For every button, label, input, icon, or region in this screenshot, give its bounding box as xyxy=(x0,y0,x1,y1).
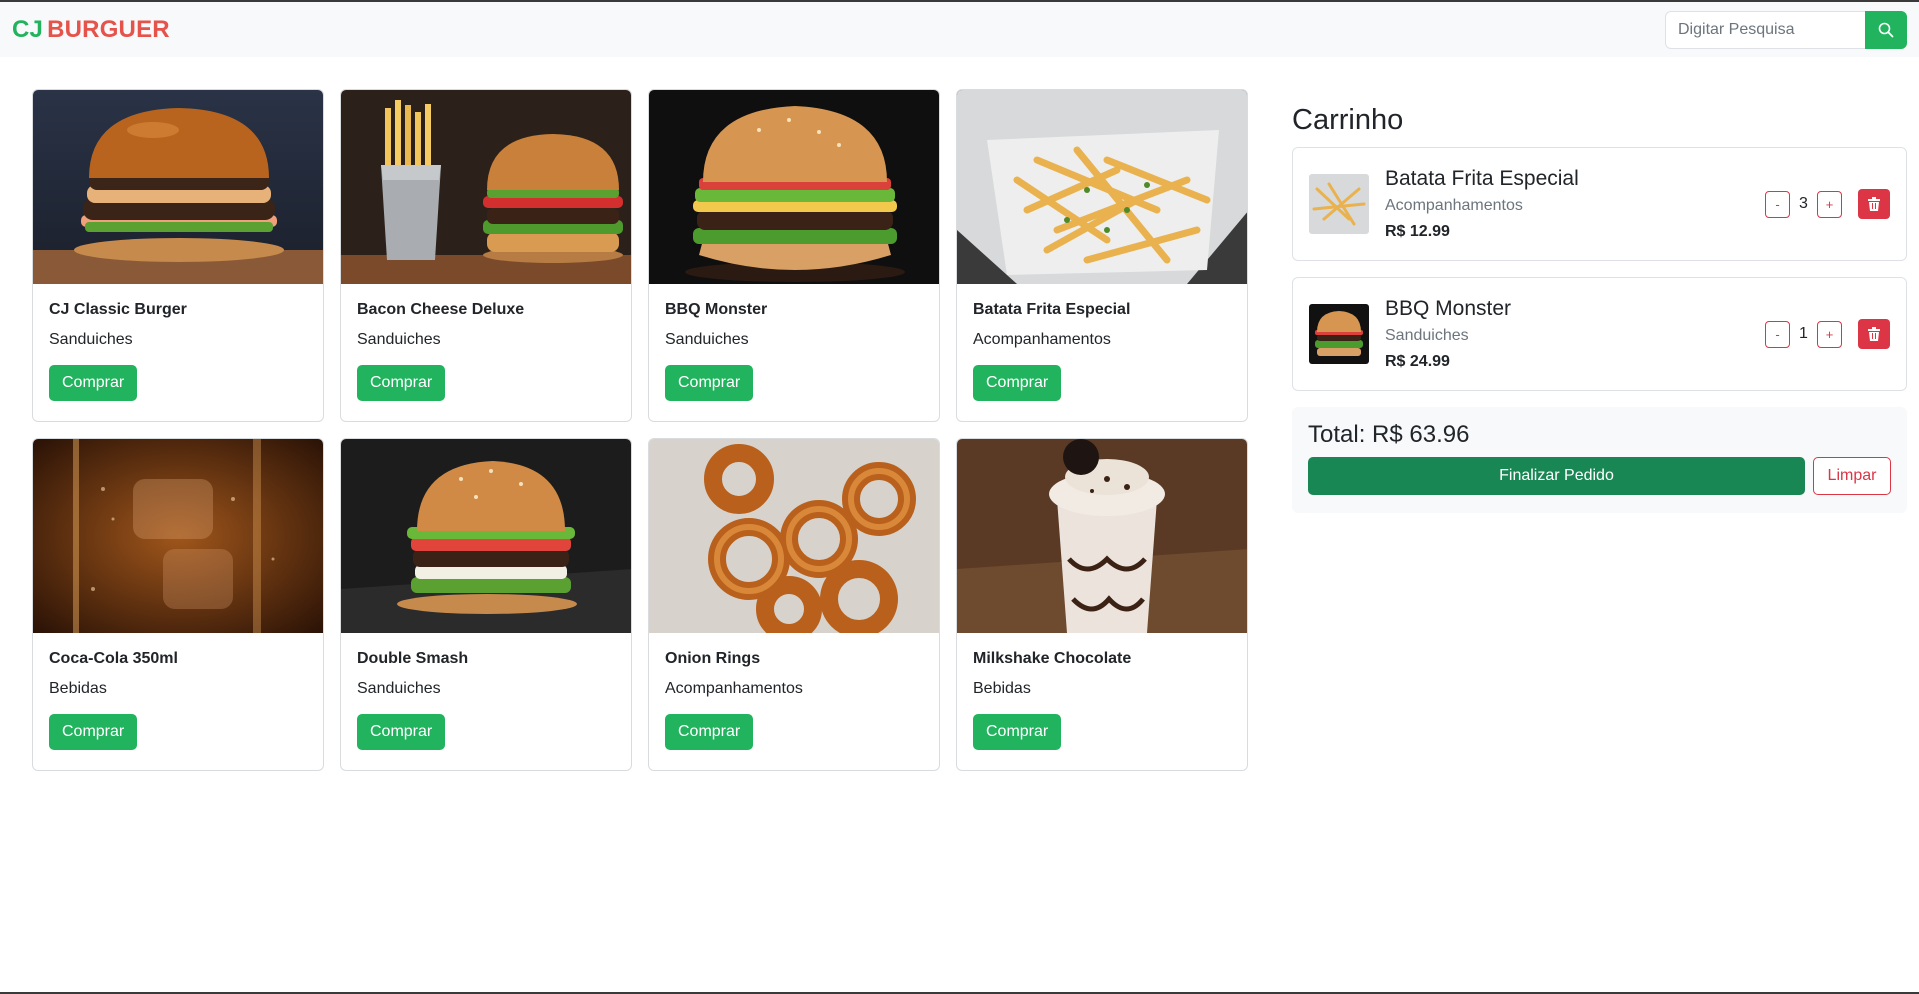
buy-button[interactable]: Comprar xyxy=(357,714,446,750)
remove-item-button[interactable] xyxy=(1858,319,1890,349)
decrease-button[interactable]: - xyxy=(1765,320,1790,348)
product-grid: CJ Classic Burger Sanduiches Comprar Bac… xyxy=(32,89,1248,771)
product-card: Milkshake Chocolate Bebidas Comprar xyxy=(956,438,1248,771)
quantity-stepper: - 3 + xyxy=(1765,190,1842,218)
trash-icon xyxy=(1868,327,1880,341)
product-category: Sanduiches xyxy=(665,331,749,348)
remove-item-button[interactable] xyxy=(1858,189,1890,219)
product-category: Acompanhamentos xyxy=(665,680,803,697)
product-image-burger xyxy=(649,90,939,284)
cart-item: Batata Frita Especial Acompanhamentos R$… xyxy=(1292,147,1907,261)
product-card: BBQ Monster Sanduiches Comprar xyxy=(648,89,940,422)
cart-item-name: BBQ Monster xyxy=(1385,297,1512,320)
buy-button[interactable]: Comprar xyxy=(49,365,138,401)
product-name: Milkshake Chocolate xyxy=(973,650,1132,667)
cart-title: Carrinho xyxy=(1292,104,1404,136)
trash-icon xyxy=(1868,197,1880,211)
product-image-burger xyxy=(33,90,323,284)
search-button[interactable] xyxy=(1865,10,1907,49)
navbar: CJ BURGUER xyxy=(0,2,1919,57)
product-name: Onion Rings xyxy=(665,650,761,667)
product-card: CJ Classic Burger Sanduiches Comprar xyxy=(32,89,324,422)
product-category: Sanduiches xyxy=(357,680,441,697)
cart-item-name: Batata Frita Especial xyxy=(1385,167,1579,190)
product-name: CJ Classic Burger xyxy=(49,301,187,318)
cart-item: BBQ Monster Sanduiches R$ 24.99 - 1 + xyxy=(1292,277,1907,391)
cart-summary: Total: R$ 63.96 Finalizar Pedido Limpar xyxy=(1292,407,1907,513)
product-card: Batata Frita Especial Acompanhamentos Co… xyxy=(956,89,1248,422)
product-image-fries xyxy=(957,90,1247,284)
product-card: Coca-Cola 350ml Bebidas Comprar xyxy=(32,438,324,771)
increase-button[interactable]: + xyxy=(1817,320,1842,348)
product-card: Double Smash Sanduiches Comprar xyxy=(340,438,632,771)
cart-item-image xyxy=(1309,304,1369,364)
cart-item-price: R$ 12.99 xyxy=(1385,223,1450,240)
cart-item-category: Acompanhamentos xyxy=(1385,197,1523,214)
cart-total: Total: R$ 63.96 xyxy=(1308,421,1470,448)
product-name: Batata Frita Especial xyxy=(973,301,1131,318)
quantity-value: 3 xyxy=(1799,195,1808,212)
checkout-button[interactable]: Finalizar Pedido xyxy=(1308,457,1805,495)
product-card: Onion Rings Acompanhamentos Comprar xyxy=(648,438,940,771)
search-form xyxy=(1665,10,1907,49)
product-category: Acompanhamentos xyxy=(973,331,1111,348)
search-input[interactable] xyxy=(1665,10,1865,49)
increase-button[interactable]: + xyxy=(1817,190,1842,218)
product-category: Bebidas xyxy=(49,680,107,697)
product-image-cola xyxy=(33,439,323,633)
product-image-onion-rings xyxy=(649,439,939,633)
product-category: Sanduiches xyxy=(49,331,133,348)
product-name: BBQ Monster xyxy=(665,301,768,318)
brand-part-1: CJ xyxy=(12,15,44,43)
quantity-stepper: - 1 + xyxy=(1765,320,1842,348)
buy-button[interactable]: Comprar xyxy=(665,714,754,750)
brand-part-2: BURGUER xyxy=(47,15,170,43)
product-image-burger-fries xyxy=(341,90,631,284)
clear-cart-button[interactable]: Limpar xyxy=(1813,457,1891,495)
product-name: Bacon Cheese Deluxe xyxy=(357,301,525,318)
buy-button[interactable]: Comprar xyxy=(665,365,754,401)
brand-logo[interactable]: CJ BURGUER xyxy=(12,16,170,44)
buy-button[interactable]: Comprar xyxy=(973,714,1062,750)
search-icon xyxy=(1878,22,1894,37)
product-card: Bacon Cheese Deluxe Sanduiches Comprar xyxy=(340,89,632,422)
cart-panel: Carrinho Batata Frita Especial Acompanha… xyxy=(1292,104,1907,513)
product-category: Sanduiches xyxy=(357,331,441,348)
quantity-value: 1 xyxy=(1799,325,1808,342)
product-name: Double Smash xyxy=(357,650,469,667)
buy-button[interactable]: Comprar xyxy=(49,714,138,750)
product-category: Bebidas xyxy=(973,680,1031,697)
product-image-burger xyxy=(341,439,631,633)
buy-button[interactable]: Comprar xyxy=(357,365,446,401)
buy-button[interactable]: Comprar xyxy=(973,365,1062,401)
product-name: Coca-Cola 350ml xyxy=(49,650,178,667)
decrease-button[interactable]: - xyxy=(1765,190,1790,218)
product-image-milkshake xyxy=(957,439,1247,633)
cart-item-price: R$ 24.99 xyxy=(1385,353,1450,370)
cart-item-category: Sanduiches xyxy=(1385,327,1469,344)
cart-item-image xyxy=(1309,174,1369,234)
